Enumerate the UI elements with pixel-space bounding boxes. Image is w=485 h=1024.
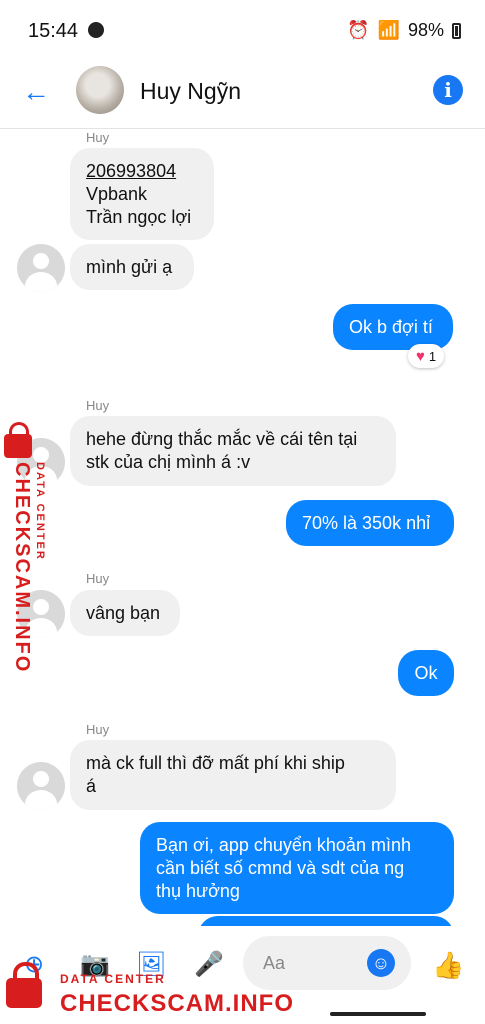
message-input-placeholder: Aa <box>263 953 286 973</box>
outgoing-message[interactable]: Bạn ơi, app chuyển khoản mình cần biết s… <box>140 822 454 914</box>
message-text: Ok b đợi tí <box>349 317 433 337</box>
incoming-message[interactable]: 206993804 Vpbank Trần ngọc lợi <box>70 148 214 240</box>
watermark-subtext: DATA CENTER <box>60 972 166 986</box>
outgoing-message[interactable]: 70% là 350k nhỉ <box>286 500 454 546</box>
message-text: stk của chị mình á :v <box>86 452 251 472</box>
account-number[interactable]: 206993804 <box>86 160 198 183</box>
contact-avatar-small[interactable] <box>17 244 65 292</box>
message-text: cần biết số cmnd và sdt của ng <box>156 858 405 878</box>
bank-name: Vpbank <box>86 184 148 204</box>
message-text: Ok <box>414 663 438 683</box>
message-text: hehe đừng thắc mắc về cái tên tại <box>86 429 358 449</box>
message-text: 70% là 350k nhỉ <box>302 513 431 533</box>
message-list[interactable]: Huy 206993804 Vpbank Trần ngọc lợi mình … <box>0 128 485 936</box>
message-text: mà ck full thì đỡ mất phí khi ship <box>86 753 345 773</box>
incoming-message[interactable]: vâng bạn <box>70 590 180 636</box>
alarm-icon: ⏰ <box>347 20 370 40</box>
messenger-notification-icon <box>88 22 104 38</box>
home-indicator <box>330 1012 426 1016</box>
status-bar: 15:44 ⏰ 📶 98% <box>0 0 485 62</box>
message-input[interactable]: Aa ☺ <box>243 936 411 990</box>
contact-avatar-small[interactable] <box>17 762 65 810</box>
arrow-left-icon[interactable]: ← <box>22 76 50 108</box>
watermark-text: CHECKSCAM.INFO <box>60 990 294 1017</box>
chat-header: ← Huy Ngỹn i <box>0 62 485 129</box>
sender-name: Huy <box>86 130 110 145</box>
thumbs-up-icon[interactable]: 👍 <box>432 950 464 981</box>
status-icons: ⏰ 📶 98% <box>347 20 461 41</box>
outgoing-message[interactable]: Ok b đợi tí <box>333 304 453 350</box>
wifi-icon: 📶 <box>377 20 400 40</box>
watermark-text: CHECKSCAM.INFO <box>11 462 33 674</box>
contact-avatar[interactable] <box>76 66 124 114</box>
message-text: vâng bạn <box>86 603 161 623</box>
lock-icon <box>6 962 42 1008</box>
account-holder: Trần ngọc lợi <box>86 207 192 227</box>
message-text: á <box>86 776 97 796</box>
info-icon[interactable]: i <box>433 75 463 105</box>
sender-name: Huy <box>86 722 110 737</box>
reaction-count: 1 <box>428 348 437 364</box>
contact-name[interactable]: Huy Ngỹn <box>140 78 241 105</box>
outgoing-message[interactable]: Ok <box>398 650 454 696</box>
sender-name: Huy <box>86 398 110 413</box>
incoming-message[interactable]: mình gửi ạ <box>70 244 194 290</box>
sender-name: Huy <box>86 571 110 586</box>
message-text: mình gửi ạ <box>86 257 173 277</box>
heart-icon: ♥ <box>416 347 425 365</box>
message-text: Bạn ơi, app chuyển khoản mình <box>156 835 411 855</box>
status-time: 15:44 <box>28 20 79 42</box>
battery-percent: 98% <box>407 20 444 40</box>
emoji-icon[interactable]: ☺ <box>367 949 395 977</box>
reaction-badge[interactable]: ♥ 1 <box>408 344 445 368</box>
watermark-side: CHECKSCAM.INFO DATA CENTER <box>2 420 50 673</box>
message-text: thụ hưởng <box>156 881 240 901</box>
incoming-message[interactable]: hehe đừng thắc mắc về cái tên tại stk củ… <box>70 416 396 486</box>
microphone-icon[interactable]: 🎤 <box>194 950 224 979</box>
watermark-subtext: DATA CENTER <box>34 462 46 561</box>
incoming-message[interactable]: mà ck full thì đỡ mất phí khi ship á <box>70 740 396 810</box>
battery-icon <box>452 22 461 39</box>
lock-icon <box>4 422 32 458</box>
